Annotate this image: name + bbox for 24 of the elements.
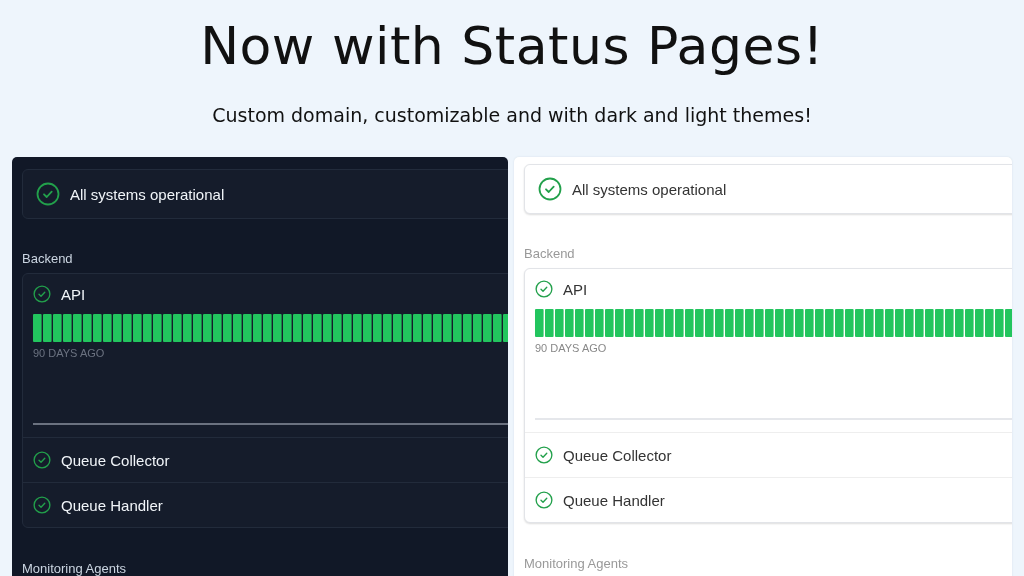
- check-circle-icon: [36, 182, 60, 206]
- group-label: Backend: [524, 246, 576, 262]
- group-label: Monitoring Agents: [524, 556, 630, 572]
- service-name[interactable]: Queue Collector: [563, 446, 672, 464]
- check-circle-icon: [538, 177, 562, 201]
- service-name[interactable]: Queue Handler: [563, 491, 665, 509]
- group-label: Monitoring Agents: [22, 561, 128, 576]
- service-name[interactable]: API: [563, 280, 588, 298]
- status-text: All systems operational: [572, 180, 727, 198]
- subheadline: Custom domain, customizable and with dark and light themes!: [211, 104, 813, 128]
- service-name[interactable]: API: [61, 285, 86, 303]
- check-circle-icon: [33, 285, 51, 303]
- range-label: 90 DAYS AGO: [535, 342, 608, 354]
- group-label: Backend: [22, 251, 74, 267]
- status-text: All systems operational: [70, 185, 225, 203]
- headline: Now with Status Pages!: [199, 15, 825, 78]
- service-name[interactable]: Queue Handler: [61, 496, 163, 514]
- service-name[interactable]: Queue Collector: [61, 451, 170, 469]
- check-circle-icon: [33, 451, 51, 469]
- check-circle-icon: [535, 446, 553, 464]
- check-circle-icon: [33, 496, 51, 514]
- check-circle-icon: [535, 280, 553, 298]
- check-circle-icon: [535, 491, 553, 509]
- range-label: 90 DAYS AGO: [33, 347, 106, 359]
